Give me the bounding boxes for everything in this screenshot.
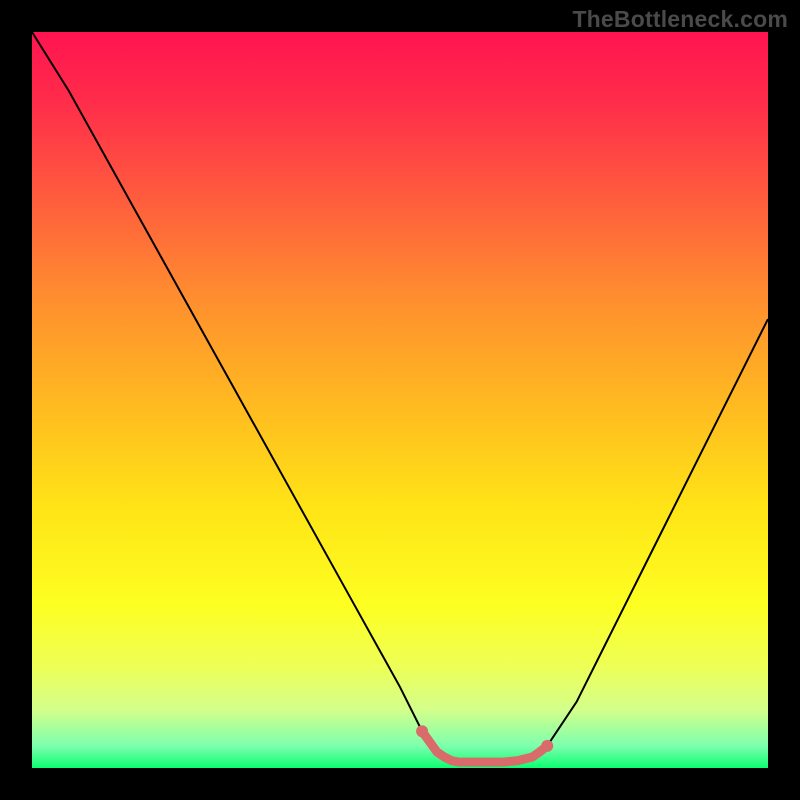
- plot-area: [32, 32, 768, 768]
- chart-frame: TheBottleneck.com: [0, 0, 800, 800]
- bottleneck-chart: [32, 32, 768, 768]
- gradient-background: [32, 32, 768, 768]
- optimal-dot-right: [541, 740, 553, 752]
- watermark-text: TheBottleneck.com: [572, 6, 788, 33]
- optimal-dot-left: [416, 725, 428, 737]
